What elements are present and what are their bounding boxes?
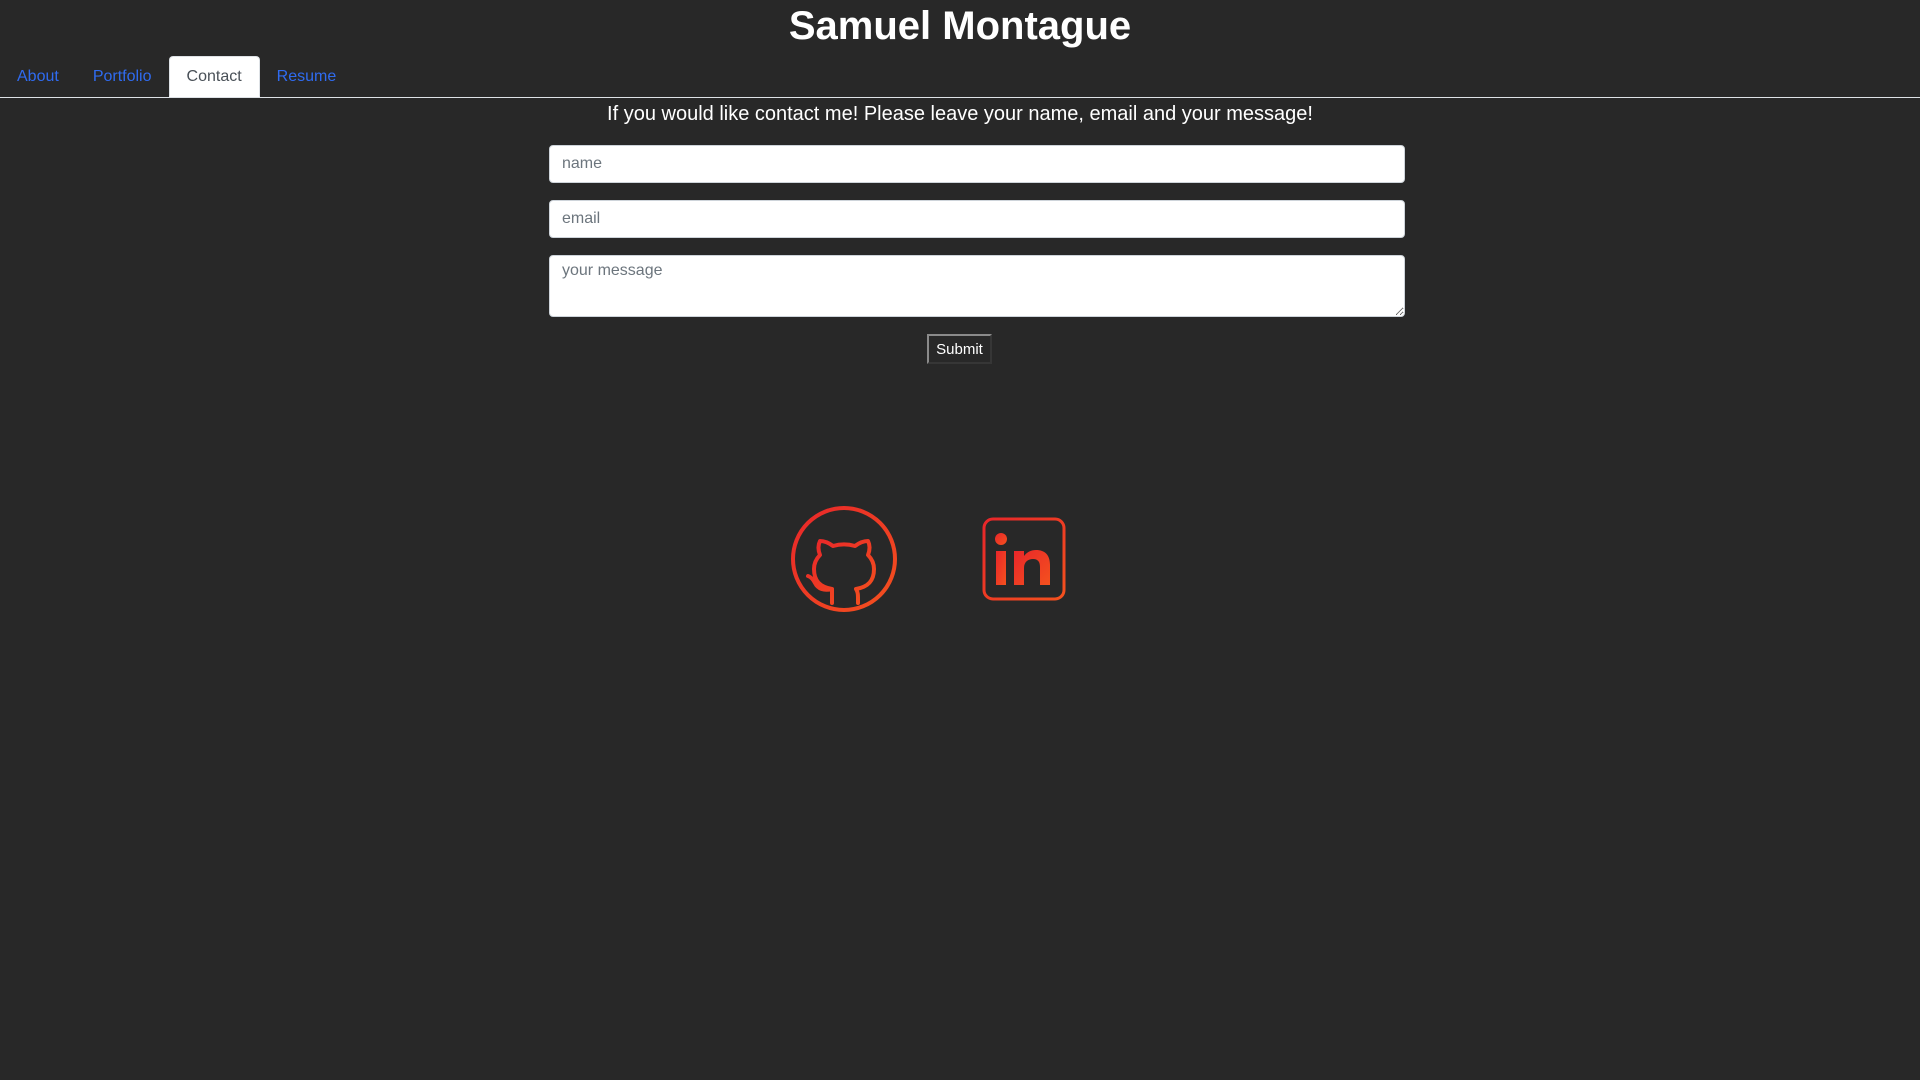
contact-intro: If you would like contact me! Please lea… (607, 103, 1313, 125)
github-icon (791, 506, 897, 612)
tab-portfolio[interactable]: Portfolio (76, 57, 169, 97)
linkedin-link[interactable] (982, 517, 1066, 601)
tab-about[interactable]: About (0, 57, 76, 97)
linkedin-icon (982, 517, 1066, 601)
site-title: Samuel Montague (788, 4, 1132, 48)
github-link[interactable] (790, 505, 898, 613)
contact-page: Samuel Montague About Portfolio Contact … (0, 0, 1920, 1080)
tab-resume[interactable]: Resume (260, 57, 354, 97)
submit-button[interactable]: Submit (927, 334, 992, 364)
email-field[interactable] (549, 200, 1405, 238)
message-field[interactable] (549, 255, 1405, 317)
nav-tabs: About Portfolio Contact Resume (0, 56, 1920, 98)
tab-contact[interactable]: Contact (168, 56, 260, 97)
name-field[interactable] (549, 145, 1405, 183)
